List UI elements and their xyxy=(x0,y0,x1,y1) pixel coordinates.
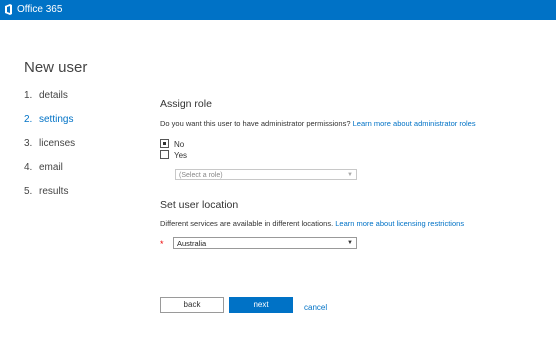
chevron-down-icon: ▼ xyxy=(347,240,353,246)
radio-yes[interactable]: Yes xyxy=(160,150,187,160)
step-label: details xyxy=(39,90,68,101)
role-select[interactable]: (Select a role) ▼ xyxy=(175,169,357,180)
location-heading: Set user location xyxy=(160,199,239,211)
radio-no-label: No xyxy=(174,140,185,149)
step-number: 5. xyxy=(24,186,33,197)
location-select-value: Australia xyxy=(177,239,207,248)
licensing-restrictions-link[interactable]: Learn more about licensing restrictions xyxy=(335,219,464,228)
cancel-link[interactable]: cancel xyxy=(304,303,327,312)
admin-question: Do you want this user to have administra… xyxy=(160,119,476,128)
step-results: 5. results xyxy=(24,186,68,198)
assign-role-heading: Assign role xyxy=(160,98,212,110)
step-settings: 2. settings xyxy=(24,114,73,126)
role-select-value: (Select a role) xyxy=(179,172,223,179)
back-button[interactable]: back xyxy=(160,297,224,313)
step-number: 2. xyxy=(24,114,33,125)
office-logo-icon xyxy=(5,4,12,15)
location-select[interactable]: Australia ▼ xyxy=(173,237,357,249)
step-email: 4. email xyxy=(24,162,63,174)
chevron-down-icon: ▼ xyxy=(347,172,353,178)
step-label: results xyxy=(39,186,69,197)
location-description: Different services are available in diff… xyxy=(160,219,464,228)
radio-no[interactable]: No xyxy=(160,139,184,149)
top-bar: Office 365 xyxy=(0,0,556,20)
radio-yes-label: Yes xyxy=(174,151,188,160)
step-details: 1. details xyxy=(24,90,68,102)
step-label: settings xyxy=(39,114,74,125)
radio-no-button[interactable] xyxy=(160,139,169,148)
step-number: 3. xyxy=(24,138,33,149)
step-number: 4. xyxy=(24,162,33,173)
required-mark: * xyxy=(160,239,164,249)
next-button[interactable]: next xyxy=(229,297,293,313)
location-description-text: Different services are available in diff… xyxy=(160,219,334,228)
admin-question-text: Do you want this user to have administra… xyxy=(160,119,351,128)
step-licenses: 3. licenses xyxy=(24,138,75,150)
radio-yes-button[interactable] xyxy=(160,150,169,159)
admin-roles-link[interactable]: Learn more about administrator roles xyxy=(353,119,476,128)
step-label: email xyxy=(39,162,63,173)
step-number: 1. xyxy=(24,90,33,101)
step-label: licenses xyxy=(39,138,76,149)
page-title: New user xyxy=(24,59,88,76)
app-title[interactable]: Office 365 xyxy=(17,4,62,16)
